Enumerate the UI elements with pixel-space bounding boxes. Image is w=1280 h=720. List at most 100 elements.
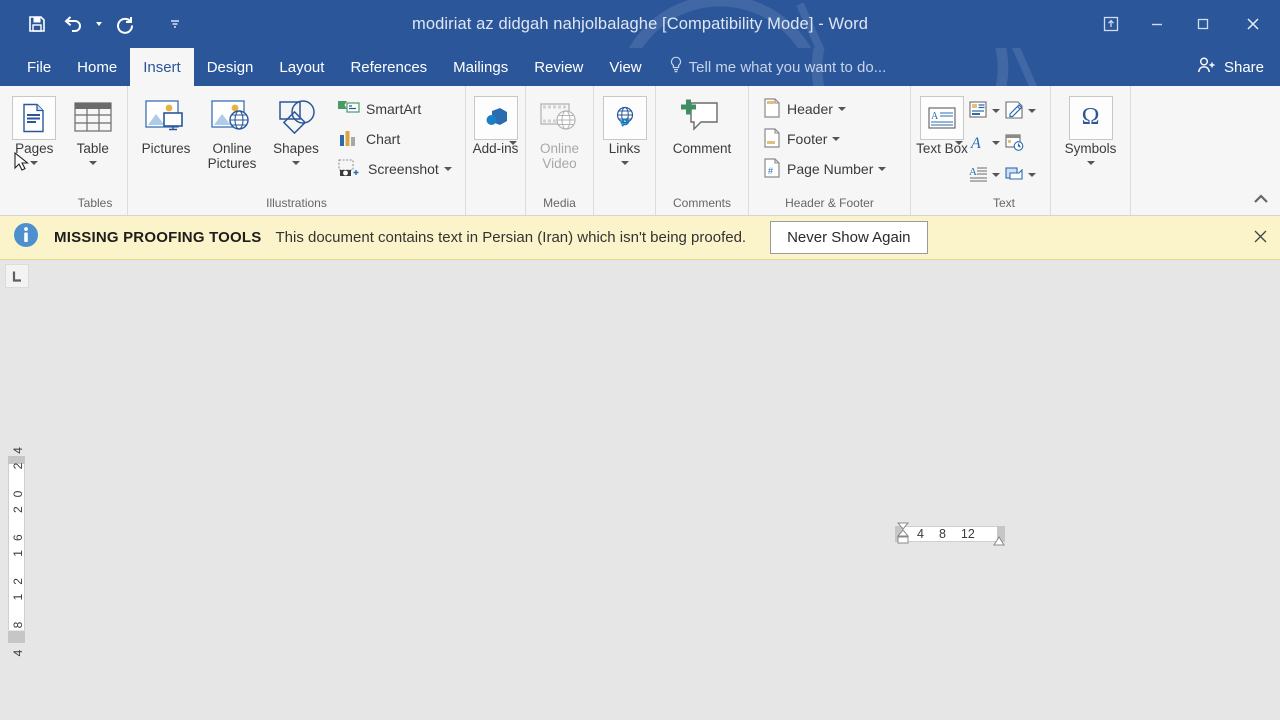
- restore-icon[interactable]: [1180, 0, 1226, 48]
- header-button[interactable]: Header: [760, 94, 886, 124]
- wordart-button[interactable]: A: [968, 128, 1000, 158]
- page-number-dropdown-icon[interactable]: [878, 167, 887, 171]
- text-box-dropdown-icon[interactable]: [955, 141, 963, 146]
- addins-button[interactable]: Add-ins: [471, 92, 520, 156]
- wordart-icon: A: [968, 132, 988, 155]
- screenshot-dropdown-icon[interactable]: [443, 167, 452, 171]
- footer-button[interactable]: Footer: [760, 124, 886, 154]
- symbols-button[interactable]: Ω Symbols: [1056, 92, 1125, 166]
- tab-stop-selector[interactable]: [5, 264, 29, 288]
- chart-button[interactable]: Chart: [335, 124, 452, 154]
- tab-design[interactable]: Design: [194, 48, 267, 86]
- tab-mailings[interactable]: Mailings: [440, 48, 521, 86]
- svg-text:A: A: [970, 135, 981, 152]
- drop-cap-dropdown-icon[interactable]: [992, 173, 1000, 177]
- group-label-comments: Comments: [672, 196, 731, 210]
- tab-insert[interactable]: Insert: [130, 48, 194, 86]
- group-label-addins: [466, 196, 525, 215]
- ribbon-group-text: A Text Box A A Text: [911, 86, 1051, 215]
- object-dropdown-icon[interactable]: [1028, 173, 1036, 177]
- tab-view[interactable]: View: [596, 48, 654, 86]
- minimize-icon[interactable]: [1134, 0, 1180, 48]
- omega-glyph: Ω: [1068, 96, 1113, 140]
- tab-home[interactable]: Home: [64, 48, 130, 86]
- svg-text:#: #: [768, 166, 773, 176]
- drop-cap-button[interactable]: A: [968, 160, 1000, 190]
- online-video-button[interactable]: Online Video: [531, 92, 588, 172]
- signature-line-icon: [1004, 100, 1024, 123]
- table-button[interactable]: Table: [64, 92, 123, 166]
- ribbon-display-options-icon[interactable]: [1088, 0, 1134, 48]
- horizontal-ruler-ticks: 4 8 12: [895, 526, 1005, 542]
- object-icon: [1004, 164, 1024, 187]
- group-label-illustrations: Illustrations: [266, 196, 327, 210]
- first-line-indent-marker[interactable]: [896, 522, 910, 550]
- table-dropdown-icon[interactable]: [88, 161, 97, 166]
- signature-line-dropdown-icon[interactable]: [1028, 109, 1036, 113]
- links-button[interactable]: Links: [599, 92, 650, 166]
- vruler-bottom-margin: [8, 631, 25, 643]
- redo-icon[interactable]: [108, 7, 142, 41]
- smartart-icon: [337, 98, 361, 121]
- symbols-dropdown-icon[interactable]: [1086, 161, 1095, 166]
- pictures-button[interactable]: Pictures: [133, 92, 199, 156]
- online-pictures-icon: [208, 95, 256, 141]
- comment-label: Comment: [672, 141, 732, 156]
- close-icon[interactable]: [1226, 0, 1280, 48]
- shapes-dropdown-icon[interactable]: [292, 161, 300, 166]
- page-number-button[interactable]: # Page Number: [760, 154, 887, 184]
- online-pictures-button[interactable]: Online Pictures: [199, 92, 265, 172]
- lightbulb-icon: [669, 56, 683, 78]
- header-dropdown-icon[interactable]: [837, 107, 846, 111]
- collapse-ribbon-button[interactable]: [1252, 192, 1270, 209]
- date-time-button[interactable]: [1004, 128, 1036, 158]
- quick-parts-button[interactable]: [968, 96, 1000, 126]
- tab-review[interactable]: Review: [521, 48, 596, 86]
- never-show-again-button[interactable]: Never Show Again: [770, 221, 928, 254]
- hruler-tick-8: 8: [938, 527, 946, 541]
- share-button[interactable]: Share: [1187, 48, 1280, 86]
- header-icon: [762, 97, 782, 122]
- group-label-media: Media: [543, 196, 576, 210]
- signature-line-button[interactable]: [1004, 96, 1036, 126]
- drop-cap-icon: A: [968, 164, 988, 187]
- screenshot-button[interactable]: Screenshot: [335, 154, 452, 184]
- page-number-icon: #: [762, 157, 782, 182]
- customize-qat-icon[interactable]: [168, 7, 182, 41]
- undo-dropdown-icon[interactable]: [92, 7, 106, 41]
- group-label-symbols: [1051, 196, 1130, 215]
- tab-file[interactable]: File: [14, 48, 64, 86]
- footer-dropdown-icon[interactable]: [832, 137, 841, 141]
- undo-icon[interactable]: [56, 7, 90, 41]
- quick-parts-dropdown-icon[interactable]: [992, 109, 1000, 113]
- tab-layout[interactable]: Layout: [266, 48, 337, 86]
- message-bar-text: This document contains text in Persian (…: [275, 229, 747, 246]
- hruler-tick-12: 12: [960, 527, 975, 541]
- right-indent-marker[interactable]: [992, 534, 1006, 546]
- share-label: Share: [1223, 58, 1264, 76]
- object-button[interactable]: [1004, 160, 1036, 190]
- shapes-button[interactable]: Shapes: [265, 92, 327, 166]
- links-dropdown-icon[interactable]: [620, 161, 629, 166]
- comment-icon: [677, 95, 727, 141]
- smartart-button[interactable]: SmartArt: [335, 94, 452, 124]
- vertical-ruler[interactable]: 4 8 12 16 20 24: [8, 438, 26, 656]
- save-icon[interactable]: [20, 7, 54, 41]
- addins-dropdown-icon[interactable]: [508, 141, 517, 146]
- addins-icon: [473, 95, 518, 141]
- comment-button[interactable]: Comment: [661, 92, 743, 156]
- tab-references[interactable]: References: [337, 48, 440, 86]
- group-label-text: Text: [992, 196, 1015, 210]
- ribbon-group-illustrations: Pictures Online Pictures Shapes SmartArt…: [128, 86, 466, 215]
- screenshot-label: Screenshot: [368, 161, 439, 177]
- page-number-label: Page Number: [787, 161, 874, 177]
- table-label: Table: [76, 141, 109, 156]
- message-bar-close-icon[interactable]: [1253, 229, 1268, 247]
- wordart-dropdown-icon[interactable]: [992, 141, 1000, 145]
- vertical-ruler-ticks: 4 8 12 16 20 24: [9, 438, 26, 656]
- person-add-icon: [1197, 56, 1217, 78]
- message-bar-title: MISSING PROOFING TOOLS: [54, 229, 262, 246]
- horizontal-ruler[interactable]: 4 8 12: [895, 522, 1006, 546]
- tell-me-search[interactable]: Tell me what you want to do...: [655, 48, 886, 86]
- text-box-button[interactable]: A Text Box: [916, 92, 968, 156]
